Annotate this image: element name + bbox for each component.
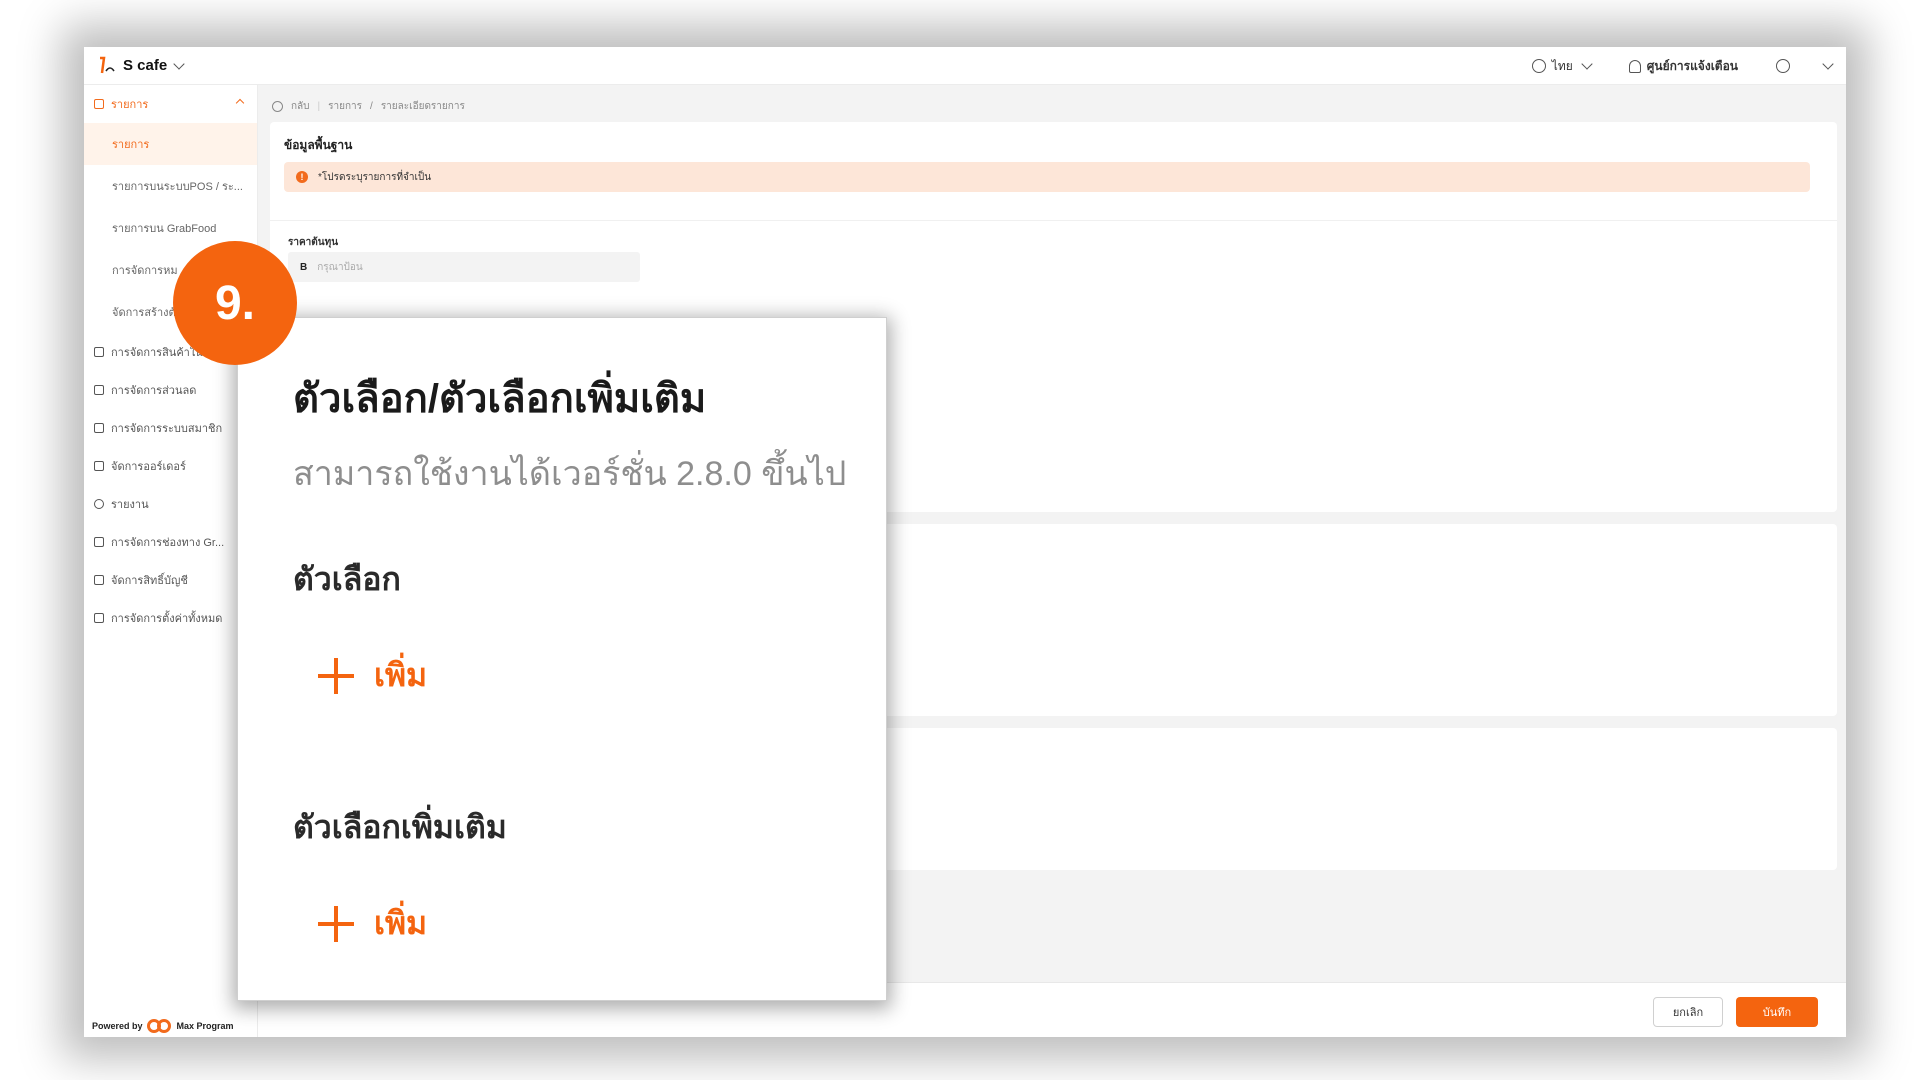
sidebar-group-items[interactable]: รายการ <box>84 85 257 123</box>
breadcrumb-separator: / <box>370 101 373 112</box>
sidebar-group-label: รายงาน <box>111 499 149 511</box>
user-menu[interactable] <box>1776 58 1834 73</box>
sidebar-group-label: การจัดการตั้งค่าทั้งหมด <box>111 613 223 625</box>
chevron-down-icon <box>173 57 185 70</box>
save-button[interactable]: บันทึก <box>1736 997 1818 1027</box>
sidebar-group-label: จัดการออร์เดอร์ <box>111 461 186 473</box>
zoom-callout: ตัวเลือก/ตัวเลือกเพิ่มเติม สามารถใช้งานไ… <box>237 317 887 1001</box>
max-program-logo-icon <box>146 1019 173 1033</box>
cost-input[interactable]: B กรุณาป้อน <box>288 252 640 282</box>
top-bar: S cafe ไทย ศูนย์การแจ้งเตือน <box>84 47 1846 85</box>
sidebar: รายการ รายการ รายการบนระบบPOS / ระ... รา… <box>84 85 258 1037</box>
sidebar-group-membership[interactable]: การจัดการระบบสมาชิก <box>84 409 257 447</box>
add-label: เพิ่ม <box>374 657 428 693</box>
options-title: ตัวเลือก/ตัวเลือกเพิ่มเติม <box>293 377 707 421</box>
cost-label: ราคาต้นทุน <box>288 237 339 248</box>
plus-icon <box>318 905 354 942</box>
sidebar-group-orders[interactable]: จัดการออร์เดอร์ <box>84 447 257 485</box>
sidebar-group-label: การจัดการระบบสมาชิก <box>111 423 223 435</box>
user-avatar-icon <box>1776 59 1790 73</box>
powered-by: Powered by Max Program <box>92 1019 234 1033</box>
store-logo-icon <box>96 54 118 78</box>
sidebar-group-label: จัดการสิทธิ์บัญชี <box>111 575 188 587</box>
list-icon <box>94 99 104 109</box>
currency-symbol: B <box>300 261 308 273</box>
add-option-button[interactable]: เพิ่ม <box>318 650 427 701</box>
sidebar-group-grab-channel[interactable]: การจัดการช่องทาง Gr... <box>84 523 257 561</box>
membership-icon <box>94 423 104 433</box>
channel-icon <box>94 537 104 547</box>
sidebar-item-pos-items[interactable]: รายการบนระบบPOS / ระ... <box>84 165 257 207</box>
sidebar-group-label: การจัดการส่วนลด <box>111 385 197 397</box>
back-icon[interactable] <box>272 101 283 112</box>
step-badge: 9. <box>173 241 297 365</box>
clipboard-icon <box>94 461 104 471</box>
breadcrumb-items[interactable]: รายการ <box>328 99 362 114</box>
chevron-down-icon <box>1822 58 1834 70</box>
sidebar-group-settings[interactable]: การจัดการตั้งค่าทั้งหมด <box>84 599 257 637</box>
chevron-up-icon <box>235 98 245 108</box>
notification-center[interactable]: ศูนย์การแจ้งเตือน <box>1628 57 1738 76</box>
section-title: ข้อมูลพื้นฐาน <box>284 138 353 152</box>
notification-label: ศูนย์การแจ้งเตือน <box>1646 58 1738 73</box>
sidebar-group-label: การจัดการช่องทาง Gr... <box>111 537 225 549</box>
sidebar-group-discount[interactable]: การจัดการส่วนลด <box>84 371 257 409</box>
cancel-button[interactable]: ยกเลิก <box>1653 997 1723 1027</box>
program-name: Max Program <box>176 1021 234 1031</box>
store-name: S cafe <box>123 57 168 74</box>
version-note: สามารถใช้งานได้เวอร์ชั่น 2.8.0 ขึ้นไป <box>293 455 847 493</box>
plus-icon <box>318 657 354 694</box>
sidebar-group-label: รายการ <box>111 99 149 111</box>
warning-text: *โปรดระบุรายการที่จำเป็น <box>318 171 432 183</box>
clock-icon <box>94 499 104 509</box>
settings-icon <box>94 613 104 623</box>
globe-icon <box>1531 59 1546 73</box>
alert-icon: ! <box>296 171 308 183</box>
breadcrumb-current: รายละเอียดรายการ <box>380 101 465 112</box>
store-selector[interactable]: S cafe <box>96 54 185 78</box>
add-label: เพิ่ม <box>374 905 428 941</box>
language-selector[interactable]: ไทย <box>1531 57 1593 76</box>
cost-placeholder: กรุณาป้อน <box>317 261 363 273</box>
sidebar-group-reports[interactable]: รายงาน <box>84 485 257 523</box>
required-warning: ! *โปรดระบุรายการที่จำเป็น <box>284 162 1810 192</box>
discount-icon <box>94 385 104 395</box>
chevron-down-icon <box>1581 58 1593 70</box>
add-extra-option-button[interactable]: เพิ่ม <box>318 898 427 949</box>
sidebar-group-permissions[interactable]: จัดการสิทธิ์บัญชี <box>84 561 257 599</box>
home-icon <box>94 347 104 357</box>
back-link[interactable]: กลับ <box>291 99 310 114</box>
powered-by-label: Powered by <box>92 1021 143 1031</box>
breadcrumb: กลับ | รายการ / รายละเอียดรายการ <box>272 99 465 114</box>
language-label: ไทย <box>1551 58 1573 73</box>
extra-options-heading: ตัวเลือกเพิ่มเติม <box>293 809 507 845</box>
options-heading: ตัวเลือก <box>293 561 401 597</box>
users-icon <box>94 575 104 585</box>
bell-icon <box>1628 59 1641 73</box>
sidebar-item-items[interactable]: รายการ <box>84 123 257 165</box>
